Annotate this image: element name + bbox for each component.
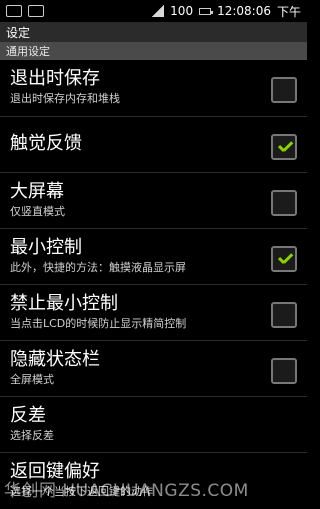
- status-right: 100 12:08:06 下午: [152, 3, 301, 20]
- setting-row-save-on-exit[interactable]: 退出时保存 退出时保存内存和堆栈: [0, 60, 307, 116]
- setting-subtitle: 仅竖直模式: [10, 205, 65, 218]
- setting-row-large-screen[interactable]: 大屏幕 仅竖直模式: [0, 172, 307, 228]
- status-time: 12:08:06: [217, 4, 271, 18]
- haptic-feedback-checkbox[interactable]: [271, 134, 297, 160]
- setting-row-disable-minimal-controls[interactable]: 禁止最小控制 当点击LCD的时候防止显示精简控制: [0, 284, 307, 340]
- setting-title: 触觉反馈: [10, 133, 82, 154]
- setting-title: 反差: [10, 405, 46, 426]
- setting-subtitle: 退出时保存内存和堆栈: [10, 92, 120, 105]
- screen-title: 设定: [6, 25, 31, 40]
- battery-icon: [199, 7, 214, 15]
- check-icon: [277, 140, 293, 156]
- setting-row-contrast[interactable]: 反差 选择反差: [0, 396, 307, 452]
- setting-subtitle: 选择反差: [10, 429, 54, 442]
- minimal-controls-checkbox[interactable]: [271, 246, 297, 272]
- hide-status-bar-checkbox[interactable]: [271, 358, 297, 384]
- status-left: [6, 5, 44, 17]
- check-icon: [277, 252, 293, 268]
- signal-icon: [152, 5, 165, 17]
- settings-list: 退出时保存 退出时保存内存和堆栈 触觉反馈 大屏幕 仅竖直模式 最小控制 此外，…: [0, 60, 307, 509]
- setting-title: 隐藏状态栏: [10, 349, 100, 370]
- setting-subtitle: 当点击LCD的时候防止显示精简控制: [10, 317, 187, 330]
- status-bar: 100 12:08:06 下午: [0, 0, 307, 22]
- setting-title: 退出时保存: [10, 68, 100, 89]
- setting-subtitle: 此外，快捷的方法：触摸液晶显示屏: [10, 261, 186, 274]
- image-icon: [28, 5, 44, 17]
- setting-row-minimal-controls[interactable]: 最小控制 此外，快捷的方法：触摸液晶显示屏: [0, 228, 307, 284]
- setting-row-hide-status-bar[interactable]: 隐藏状态栏 全屏模式: [0, 340, 307, 396]
- screen-title-bar: 设定: [0, 22, 307, 42]
- setting-title: 最小控制: [10, 237, 82, 258]
- save-on-exit-checkbox[interactable]: [271, 77, 297, 103]
- section-title: 通用设定: [6, 45, 50, 58]
- large-screen-checkbox[interactable]: [271, 190, 297, 216]
- setting-title: 大屏幕: [10, 181, 64, 202]
- disable-minimal-controls-checkbox[interactable]: [271, 302, 297, 328]
- setting-row-haptic-feedback[interactable]: 触觉反馈: [0, 116, 307, 172]
- section-header: 通用设定: [0, 42, 307, 60]
- watermark: 华创网 HUACHUANGZS.COM: [4, 481, 249, 501]
- status-period: 下午: [276, 4, 301, 19]
- battery-level: 100: [170, 4, 194, 18]
- setting-subtitle: 全屏模式: [10, 373, 54, 386]
- setting-title: 禁止最小控制: [10, 293, 118, 314]
- notification-icon: [6, 5, 22, 17]
